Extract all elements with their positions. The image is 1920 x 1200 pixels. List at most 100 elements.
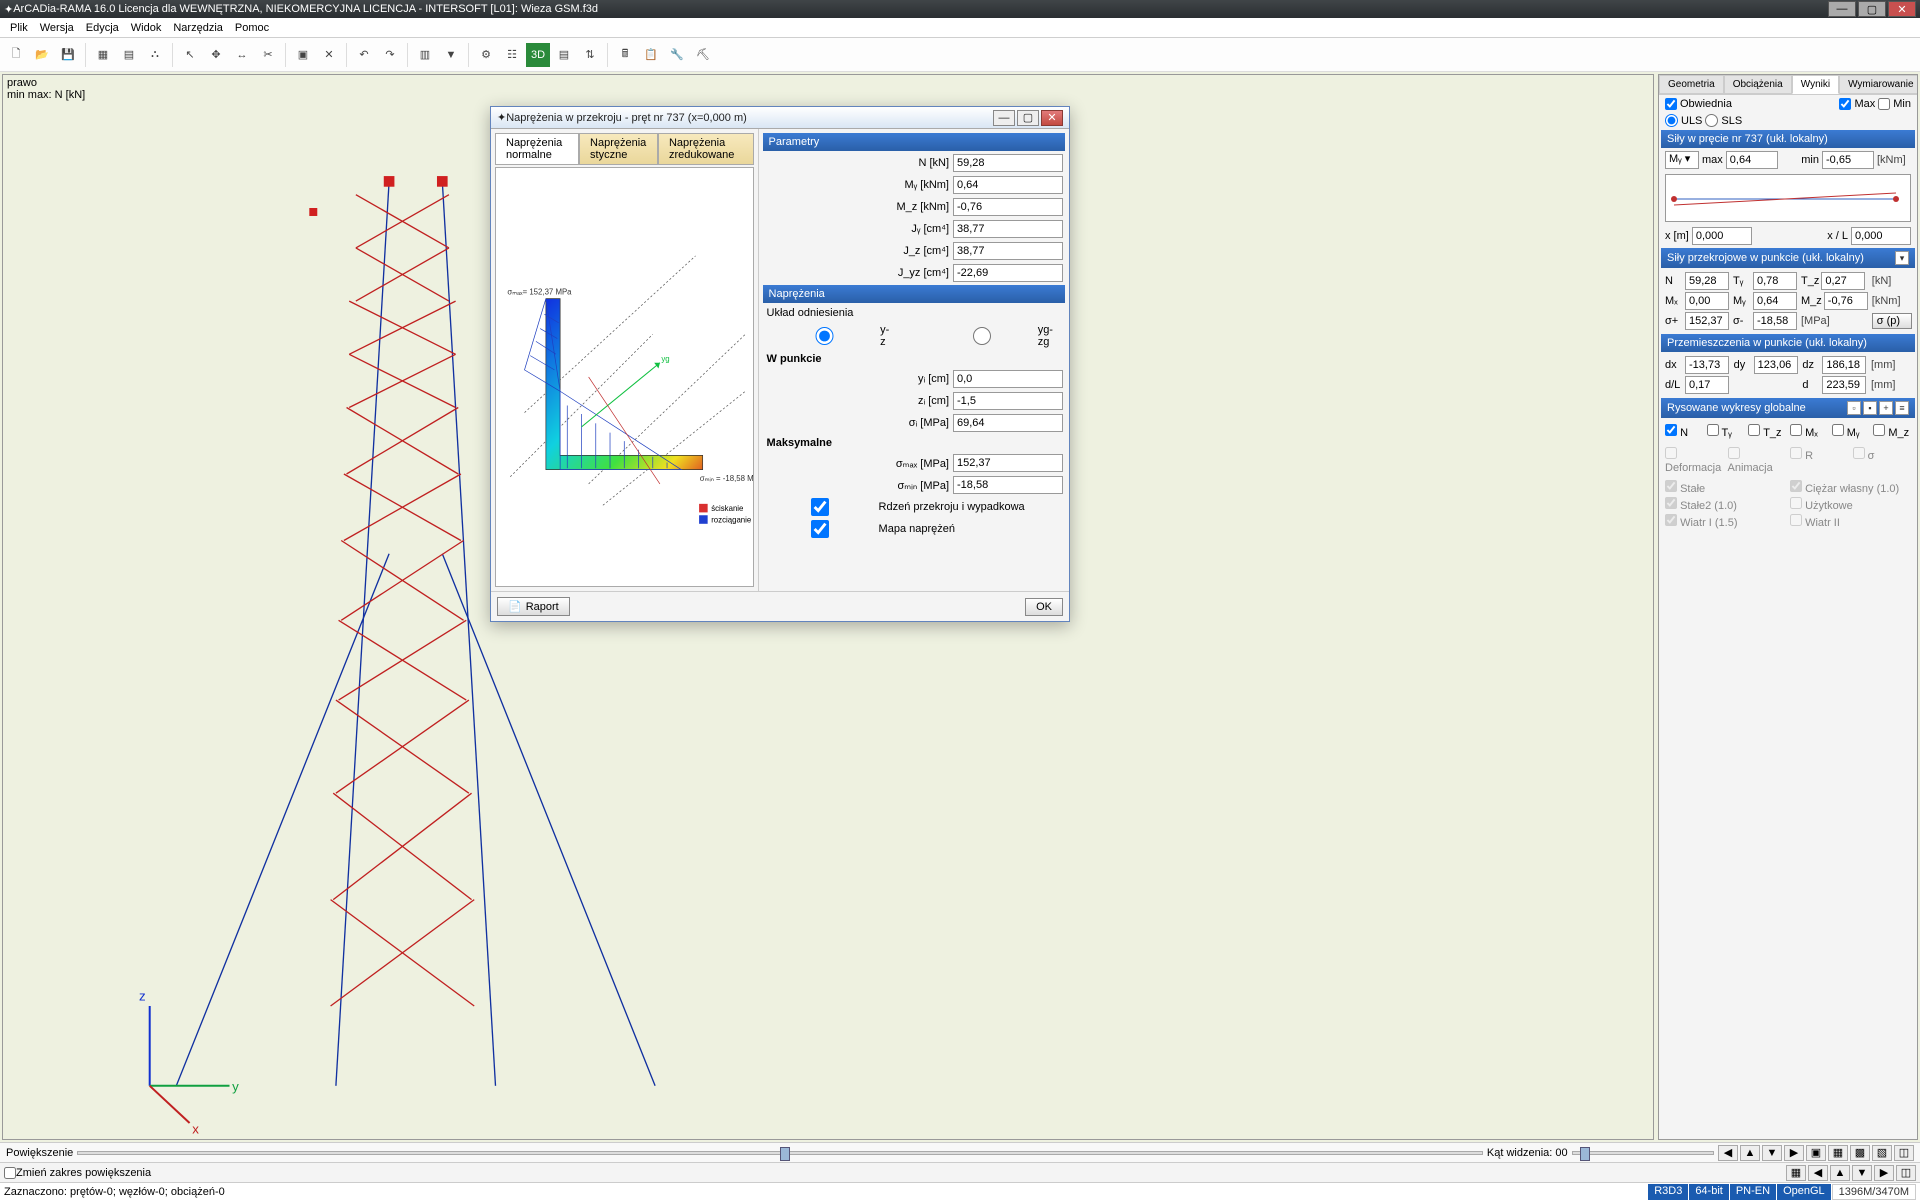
b2-right[interactable]: ▶: [1874, 1165, 1894, 1181]
results-table-icon[interactable]: ▤: [552, 43, 576, 67]
sls-radio[interactable]: [1705, 114, 1718, 127]
pointer-icon[interactable]: ↖: [178, 43, 202, 67]
undo-icon[interactable]: ↶: [352, 43, 376, 67]
delete-icon[interactable]: ✕: [317, 43, 341, 67]
obwiednia-check[interactable]: [1665, 98, 1677, 110]
check-N[interactable]: [1665, 424, 1677, 436]
xm-input[interactable]: [1692, 227, 1752, 245]
plot-opt1-icon[interactable]: ▫: [1847, 401, 1861, 415]
p-Mz[interactable]: [953, 198, 1063, 216]
dlg-maximize-button[interactable]: ▢: [1017, 110, 1039, 126]
p-Jz[interactable]: [953, 242, 1063, 260]
redo-icon[interactable]: ↷: [378, 43, 402, 67]
save-icon[interactable]: 💾: [56, 43, 80, 67]
ok-button[interactable]: OK: [1025, 598, 1063, 616]
report-icon[interactable]: 🖩: [613, 43, 637, 67]
layers-icon[interactable]: ▤: [117, 43, 141, 67]
plot-opt4-icon[interactable]: ≡: [1895, 401, 1909, 415]
menu-widok[interactable]: Widok: [125, 20, 168, 36]
sections-icon[interactable]: ▥: [413, 43, 437, 67]
menu-plik[interactable]: Plik: [4, 20, 34, 36]
b2-left[interactable]: ◀: [1808, 1165, 1828, 1181]
diagram-icon[interactable]: ⇅: [578, 43, 602, 67]
view2-icon[interactable]: ▦: [1828, 1145, 1848, 1161]
open-icon[interactable]: 📂: [30, 43, 54, 67]
close-button[interactable]: ✕: [1888, 1, 1916, 17]
menu-wersja[interactable]: Wersja: [34, 20, 80, 36]
sigma-p-button[interactable]: σ (p): [1872, 313, 1912, 329]
dialog-titlebar[interactable]: ✦ Naprężenia w przekroju - pręt nr 737 (…: [491, 107, 1069, 129]
min-input[interactable]: [1822, 151, 1874, 169]
select-rect-icon[interactable]: ▣: [291, 43, 315, 67]
yz-radio[interactable]: [773, 327, 877, 345]
check-Mx[interactable]: [1790, 424, 1802, 436]
view3-icon[interactable]: ▩: [1850, 1145, 1870, 1161]
raport-button[interactable]: 📄 Raport: [497, 597, 570, 616]
pt-yi[interactable]: [953, 370, 1063, 388]
p-N[interactable]: [953, 154, 1063, 172]
expand-icon[interactable]: ▾: [1895, 251, 1909, 265]
max-input[interactable]: [1726, 151, 1778, 169]
move-icon[interactable]: ✥: [204, 43, 228, 67]
menu-edycja[interactable]: Edycja: [80, 20, 125, 36]
tab-geometria[interactable]: Geometria: [1659, 75, 1724, 94]
dlg-close-button[interactable]: ✕: [1041, 110, 1063, 126]
view1-icon[interactable]: ▣: [1806, 1145, 1826, 1161]
nav-right-icon[interactable]: ▶: [1784, 1145, 1804, 1161]
calc-icon[interactable]: ⚙: [474, 43, 498, 67]
stress-chart: σₘₐₓ= 152,37 MPa: [495, 167, 754, 587]
grid-icon[interactable]: ▦: [91, 43, 115, 67]
view4-icon[interactable]: ▧: [1872, 1145, 1892, 1161]
p-My[interactable]: [953, 176, 1063, 194]
notes-icon[interactable]: 📋: [639, 43, 663, 67]
b2-down[interactable]: ▼: [1852, 1165, 1872, 1181]
min-check[interactable]: [1878, 98, 1890, 110]
tab-wymiarowanie[interactable]: Wymiarowanie: [1839, 75, 1918, 94]
nav-down-icon[interactable]: ▼: [1762, 1145, 1782, 1161]
view5-icon[interactable]: ◫: [1894, 1145, 1914, 1161]
b2-1[interactable]: ▦: [1786, 1165, 1806, 1181]
dimension-icon[interactable]: ↔: [230, 43, 254, 67]
table-icon[interactable]: ☷: [500, 43, 524, 67]
check-Tz[interactable]: [1748, 424, 1760, 436]
tree-icon[interactable]: ⛬: [143, 43, 167, 67]
plot-opt3-icon[interactable]: +: [1879, 401, 1893, 415]
fov-slider[interactable]: [1572, 1151, 1714, 1155]
filter-icon[interactable]: ▼: [439, 43, 463, 67]
settings-icon[interactable]: 🔧: [665, 43, 689, 67]
core-check[interactable]: [765, 498, 875, 516]
box3d-icon[interactable]: 3D: [526, 43, 550, 67]
p-Jy[interactable]: [953, 220, 1063, 238]
b2-up[interactable]: ▲: [1830, 1165, 1850, 1181]
dtab-shear[interactable]: Naprężenia styczne: [579, 133, 658, 165]
cut-icon[interactable]: ✂: [256, 43, 280, 67]
zoom-range-check[interactable]: [4, 1167, 16, 1179]
check-My[interactable]: [1832, 424, 1844, 436]
component-select[interactable]: Mᵧ ▾: [1665, 151, 1699, 169]
b2-2[interactable]: ◫: [1896, 1165, 1916, 1181]
plot-opt2-icon[interactable]: ▪: [1863, 401, 1877, 415]
ygzg-radio[interactable]: [930, 327, 1034, 345]
dlg-minimize-button[interactable]: —: [993, 110, 1015, 126]
minimize-button[interactable]: —: [1828, 1, 1856, 17]
check-Ty[interactable]: [1707, 424, 1719, 436]
zoom-slider[interactable]: [77, 1151, 1483, 1155]
xol-input[interactable]: [1851, 227, 1911, 245]
map-check[interactable]: [765, 520, 875, 538]
tab-obciazenia[interactable]: Obciążenia: [1724, 75, 1792, 94]
uls-radio[interactable]: [1665, 114, 1678, 127]
tab-wyniki[interactable]: Wyniki: [1792, 75, 1839, 94]
nav-left-icon[interactable]: ◀: [1718, 1145, 1738, 1161]
p-Jyz[interactable]: [953, 264, 1063, 282]
max-check[interactable]: [1839, 98, 1851, 110]
nav-up-icon[interactable]: ▲: [1740, 1145, 1760, 1161]
pt-zi[interactable]: [953, 392, 1063, 410]
dtab-normal[interactable]: Naprężenia normalne: [495, 133, 579, 165]
dtab-reduced[interactable]: Naprężenia zredukowane: [658, 133, 754, 165]
tool-icon[interactable]: ⛏: [691, 43, 715, 67]
maximize-button[interactable]: ▢: [1858, 1, 1886, 17]
check-Mz[interactable]: [1873, 424, 1885, 436]
menu-narzedzia[interactable]: Narzędzia: [167, 20, 229, 36]
new-icon[interactable]: 🗋: [4, 43, 28, 67]
menu-pomoc[interactable]: Pomoc: [229, 20, 275, 36]
